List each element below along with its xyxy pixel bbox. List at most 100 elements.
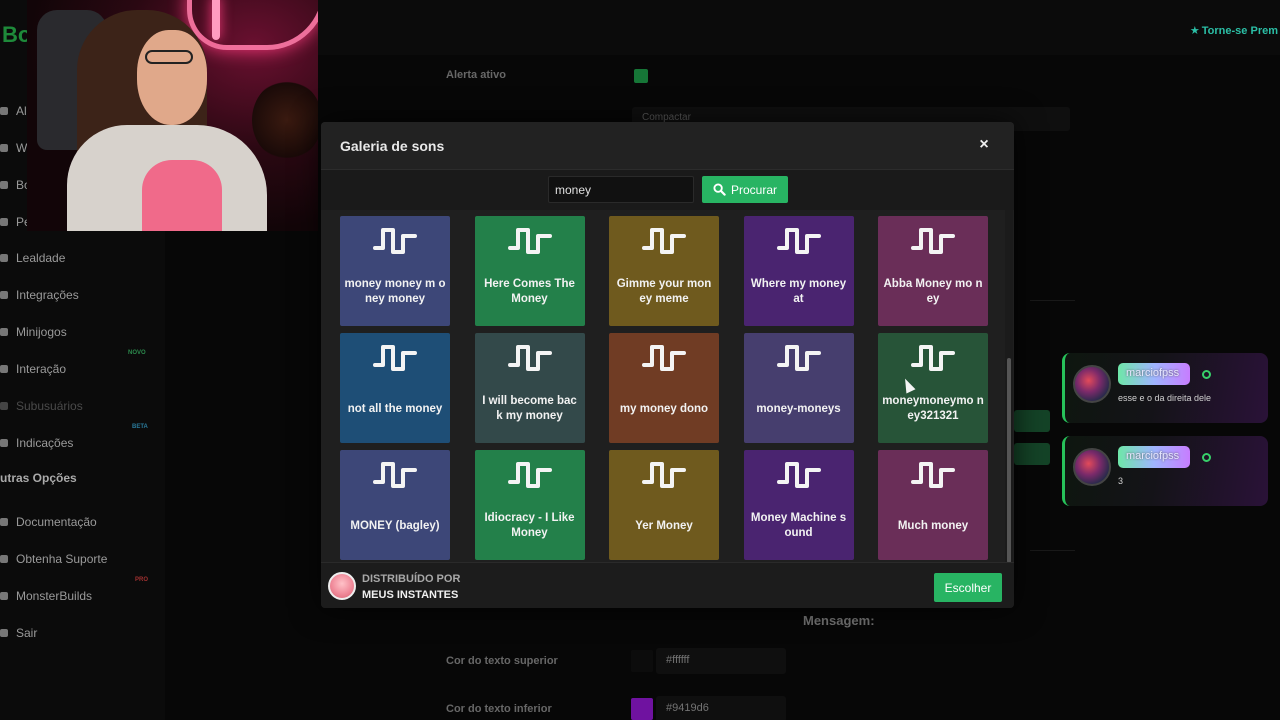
- upper-text-color-label: Cor do texto superior: [446, 655, 558, 667]
- menu-item-icon: [0, 555, 8, 563]
- menu-item-icon: [0, 629, 8, 637]
- distributed-by-label: DISTRIBUÍDO POR: [362, 573, 461, 585]
- sound-tile[interactable]: money money m oney money: [340, 216, 450, 326]
- sidebar-item[interactable]: Sair: [0, 623, 37, 643]
- search-bar: Procurar: [321, 170, 1014, 210]
- sound-tile[interactable]: money-moneys: [743, 333, 854, 443]
- sidebar-item[interactable]: Indicações: [0, 433, 73, 453]
- sidebar-item-label: Lealdade: [16, 251, 66, 265]
- pro-badge: PRO: [135, 577, 149, 583]
- chat-message: marciofpss esse e o da direita dele: [1062, 353, 1268, 423]
- menu-item-icon: [0, 181, 8, 189]
- divider: [1030, 300, 1075, 301]
- provider-name: MEUS INSTANTES: [362, 589, 459, 601]
- sidebar-item-label: Documentação: [16, 515, 97, 529]
- sound-wave-icon: [373, 462, 417, 488]
- meus-instantes-logo: [328, 572, 356, 600]
- modal-footer: DISTRIBUÍDO POR MEUS INSTANTES Escolher: [321, 562, 1014, 608]
- sidebar-item-label: Subusuários: [16, 399, 83, 413]
- go-premium-label: Torne-se Prem: [1201, 25, 1278, 37]
- search-input[interactable]: [548, 176, 694, 203]
- menu-item-icon: [0, 592, 8, 600]
- row-action-button[interactable]: [1014, 410, 1050, 432]
- lower-text-color-swatch[interactable]: [631, 698, 653, 720]
- streamer-face: [137, 30, 207, 125]
- search-button[interactable]: Procurar: [702, 176, 788, 203]
- sound-title: my money dono: [619, 402, 709, 415]
- menu-item-icon: [0, 328, 8, 336]
- alert-active-label: Alerta ativo: [446, 69, 506, 81]
- sound-tile[interactable]: Where my money at: [743, 216, 854, 326]
- sound-tile[interactable]: Here Comes The Money: [474, 216, 585, 326]
- modal-title: Galeria de sons: [340, 138, 445, 154]
- sidebar-item[interactable]: Subusuários: [0, 396, 83, 416]
- menu-item-icon: [0, 218, 8, 226]
- sidebar-section-title: utras Opções: [0, 471, 77, 485]
- sound-title: Yer Money: [635, 519, 693, 532]
- sound-tile[interactable]: Abba Money mo ney: [878, 216, 988, 326]
- sound-wave-icon: [642, 462, 686, 488]
- sidebar-item-label: Minijogos: [16, 325, 67, 339]
- sidebar-item[interactable]: Documentação: [0, 512, 97, 532]
- message-heading: Mensagem:: [803, 613, 875, 628]
- avatar: [1073, 448, 1111, 486]
- glasses: [145, 50, 193, 64]
- sound-wave-icon: [776, 345, 821, 371]
- chat-text: 3: [1118, 476, 1124, 486]
- sound-tile[interactable]: I will become bac k my money: [474, 333, 585, 443]
- sidebar-item[interactable]: MonsterBuilds: [0, 586, 92, 606]
- menu-item-icon: [0, 291, 8, 299]
- sound-tile[interactable]: Yer Money: [609, 450, 719, 560]
- go-premium-link[interactable]: ★ Torne-se Prem: [1190, 24, 1278, 37]
- sound-wave-icon: [776, 462, 821, 488]
- sound-wave-icon: [642, 228, 686, 254]
- sound-tile[interactable]: MONEY (bagley): [340, 450, 450, 560]
- star-icon: ★: [1189, 25, 1200, 37]
- sidebar-item[interactable]: W: [0, 138, 27, 158]
- upper-text-color-swatch[interactable]: [631, 650, 653, 672]
- modal-header: Galeria de sons ×: [321, 122, 1014, 170]
- sound-title: Money Machine s ound: [750, 512, 847, 539]
- sidebar-item[interactable]: Minijogos: [0, 322, 67, 342]
- sound-title: MONEY (bagley): [350, 519, 440, 532]
- sound-wave-icon: [373, 228, 417, 254]
- sound-title: Here Comes The Money: [484, 278, 575, 305]
- avatar: [1073, 365, 1111, 403]
- menu-item-icon: [0, 439, 8, 447]
- upper-text-color-input[interactable]: #ffffff: [656, 648, 786, 674]
- search-icon: [713, 183, 726, 196]
- scrollbar-thumb[interactable]: [1007, 358, 1011, 563]
- sound-tile[interactable]: Idiocracy - I Like Money: [474, 450, 585, 560]
- menu-item-icon: [0, 518, 8, 526]
- sidebar-item-label: Interação: [16, 362, 67, 376]
- alert-active-checkbox[interactable]: [634, 69, 648, 83]
- new-badge: NOVO: [128, 350, 146, 356]
- sound-tile[interactable]: Gimme your mon ey meme: [609, 216, 719, 326]
- sound-tile[interactable]: my money dono: [609, 333, 719, 443]
- row-action-button[interactable]: [1014, 443, 1050, 465]
- close-icon[interactable]: ×: [976, 136, 992, 154]
- chat-username: marciofpss: [1118, 363, 1190, 385]
- sidebar-item-label: MonsterBuilds: [16, 589, 93, 603]
- sidebar-item[interactable]: Integrações: [0, 285, 79, 305]
- sound-title: money money m oney money: [344, 278, 446, 305]
- sidebar-item[interactable]: Interação: [0, 359, 66, 379]
- sidebar-item-label: Obtenha Suporte: [16, 552, 108, 566]
- sound-title: Where my money at: [750, 278, 847, 305]
- online-status-icon: [1202, 453, 1211, 462]
- choose-button[interactable]: Escolher: [934, 573, 1002, 602]
- sidebar-item[interactable]: Al: [0, 101, 27, 121]
- streamer-top: [142, 160, 222, 231]
- sidebar-item[interactable]: Lealdade: [0, 248, 65, 268]
- sound-wave-icon: [911, 462, 955, 488]
- sound-tile[interactable]: Much money: [878, 450, 988, 560]
- sidebar-item[interactable]: Obtenha Suporte: [0, 549, 107, 569]
- chat-username: marciofpss: [1118, 446, 1190, 468]
- sound-tile[interactable]: Money Machine s ound: [743, 450, 854, 560]
- search-button-label: Procurar: [730, 182, 777, 197]
- sound-tile[interactable]: not all the money: [340, 333, 450, 443]
- beta-badge: BETA: [132, 424, 148, 430]
- sound-tile[interactable]: moneymoneymo ney321321: [878, 333, 988, 443]
- chat-text: esse e o da direita dele: [1118, 393, 1212, 403]
- lower-text-color-input[interactable]: #9419d6: [656, 696, 786, 720]
